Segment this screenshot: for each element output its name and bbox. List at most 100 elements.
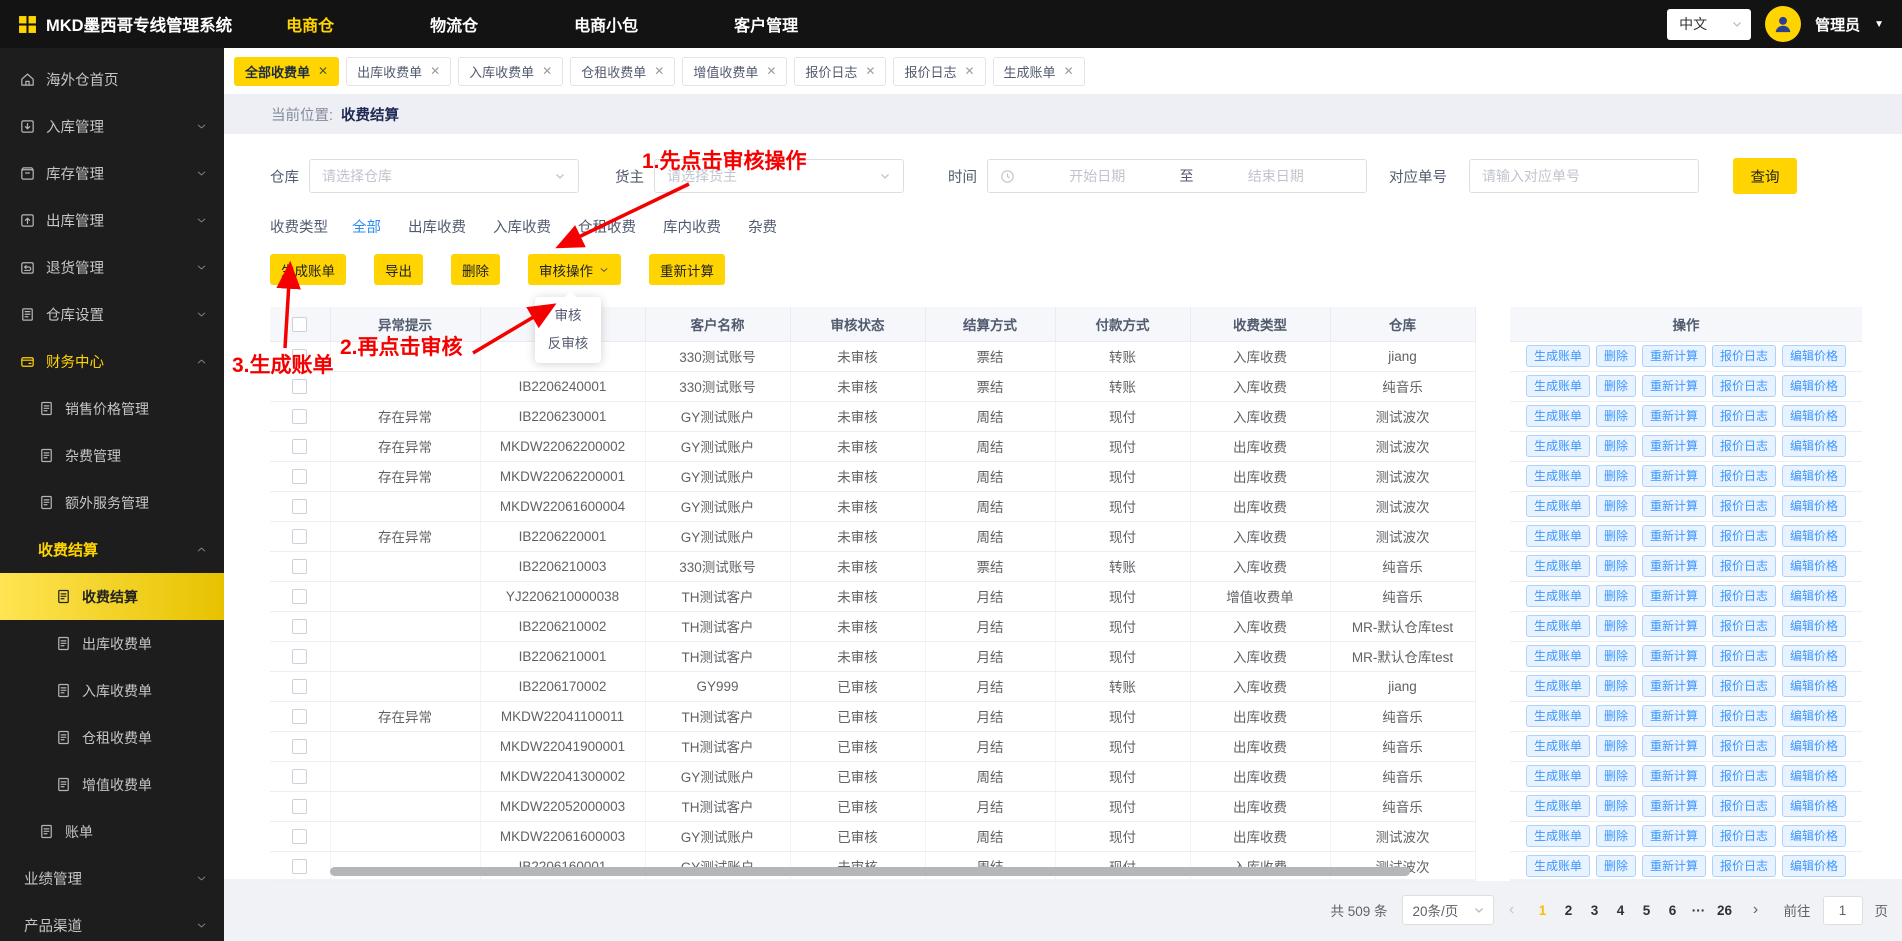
row-action-2[interactable]: 删除 — [1595, 705, 1636, 727]
sidebar-item-11[interactable]: 收费结算 — [0, 573, 224, 620]
next-page-button[interactable]: › — [1744, 901, 1768, 919]
row-action-4[interactable]: 报价日志 — [1712, 765, 1777, 787]
sidebar-item-9[interactable]: 额外服务管理 — [0, 479, 224, 526]
sidebar-item-14[interactable]: 仓租收费单 — [0, 714, 224, 761]
row-action-4[interactable]: 报价日志 — [1712, 855, 1777, 877]
goto-page-input[interactable] — [1822, 895, 1863, 925]
toolbar-button-1[interactable]: 生成账单 — [270, 254, 346, 285]
tab-4[interactable]: 仓租收费单 ✕ — [570, 56, 676, 86]
row-action-5[interactable]: 编辑价格 — [1782, 405, 1847, 427]
row-action-2[interactable]: 删除 — [1595, 405, 1636, 427]
row-checkbox[interactable] — [292, 528, 308, 544]
row-action-5[interactable]: 编辑价格 — [1782, 555, 1847, 577]
tab-1[interactable]: 全部收费单 ✕ — [234, 56, 340, 86]
tab-5[interactable]: 增值收费单 ✕ — [682, 56, 788, 86]
row-action-5[interactable]: 编辑价格 — [1782, 765, 1847, 787]
user-name[interactable]: 管理员 — [1815, 14, 1860, 35]
tab-8[interactable]: 生成账单 ✕ — [992, 56, 1085, 86]
toolbar-button-5[interactable]: 重新计算 — [649, 254, 725, 285]
row-action-4[interactable]: 报价日志 — [1712, 345, 1777, 367]
row-action-3[interactable]: 重新计算 — [1641, 825, 1706, 847]
row-action-3[interactable]: 重新计算 — [1641, 675, 1706, 697]
row-action-5[interactable]: 编辑价格 — [1782, 645, 1847, 667]
row-action-3[interactable]: 重新计算 — [1641, 495, 1706, 517]
nav-item-1[interactable]: 电商仓 — [286, 12, 334, 36]
row-action-3[interactable]: 重新计算 — [1641, 855, 1706, 877]
sidebar-item-17[interactable]: 业绩管理 — [0, 855, 224, 902]
fee-type-option-1[interactable]: 全部 — [352, 216, 381, 237]
tab-3[interactable]: 入库收费单 ✕ — [458, 56, 564, 86]
row-action-1[interactable]: 生成账单 — [1525, 825, 1590, 847]
sidebar-item-13[interactable]: 入库收费单 — [0, 667, 224, 714]
row-action-5[interactable]: 编辑价格 — [1782, 825, 1847, 847]
row-checkbox[interactable] — [292, 468, 308, 484]
order-no-input[interactable] — [1469, 159, 1699, 193]
horizontal-scrollbar[interactable] — [330, 866, 1410, 876]
row-checkbox[interactable] — [292, 378, 308, 394]
row-action-1[interactable]: 生成账单 — [1525, 705, 1590, 727]
date-range-picker[interactable]: 开始日期 至 结束日期 — [987, 159, 1367, 193]
toolbar-button-2[interactable]: 导出 — [374, 254, 423, 285]
row-action-2[interactable]: 删除 — [1595, 465, 1636, 487]
row-action-3[interactable]: 重新计算 — [1641, 525, 1706, 547]
sidebar-item-6[interactable]: 财务中心 — [0, 338, 224, 385]
row-checkbox[interactable] — [292, 768, 308, 784]
fee-type-option-5[interactable]: 库内收费 — [663, 216, 721, 237]
page-number-3[interactable]: 3 — [1582, 903, 1608, 918]
toolbar-button-4[interactable]: 审核操作 — [528, 254, 621, 285]
fee-type-option-2[interactable]: 出库收费 — [408, 216, 466, 237]
row-checkbox[interactable] — [292, 828, 308, 844]
row-action-4[interactable]: 报价日志 — [1712, 705, 1777, 727]
row-action-2[interactable]: 删除 — [1595, 675, 1636, 697]
row-checkbox[interactable] — [292, 858, 308, 874]
toolbar-button-3[interactable]: 删除 — [451, 254, 500, 285]
fee-type-option-3[interactable]: 入库收费 — [493, 216, 551, 237]
sidebar-item-2[interactable]: 库存管理 — [0, 150, 224, 197]
tab-close-icon[interactable]: ✕ — [1064, 64, 1074, 78]
row-checkbox[interactable] — [292, 618, 308, 634]
row-action-1[interactable]: 生成账单 — [1525, 405, 1590, 427]
row-action-4[interactable]: 报价日志 — [1712, 375, 1777, 397]
row-action-1[interactable]: 生成账单 — [1525, 735, 1590, 757]
page-number-6[interactable]: 6 — [1660, 903, 1686, 918]
row-action-2[interactable]: 删除 — [1595, 765, 1636, 787]
sidebar-item-12[interactable]: 出库收费单 — [0, 620, 224, 667]
row-action-1[interactable]: 生成账单 — [1525, 555, 1590, 577]
row-action-2[interactable]: 删除 — [1595, 525, 1636, 547]
nav-item-4[interactable]: 客户管理 — [734, 12, 798, 36]
row-action-1[interactable]: 生成账单 — [1525, 855, 1590, 877]
row-action-2[interactable]: 删除 — [1595, 555, 1636, 577]
tab-close-icon[interactable]: ✕ — [766, 64, 776, 78]
row-action-3[interactable]: 重新计算 — [1641, 795, 1706, 817]
row-action-3[interactable]: 重新计算 — [1641, 765, 1706, 787]
row-action-3[interactable]: 重新计算 — [1641, 615, 1706, 637]
row-action-2[interactable]: 删除 — [1595, 435, 1636, 457]
row-action-2[interactable]: 删除 — [1595, 855, 1636, 877]
row-action-4[interactable]: 报价日志 — [1712, 495, 1777, 517]
audit-dropdown-item-2[interactable]: 反审核 — [535, 330, 601, 358]
sidebar-item-16[interactable]: 账单 — [0, 808, 224, 855]
row-checkbox[interactable] — [292, 738, 308, 754]
row-action-1[interactable]: 生成账单 — [1525, 525, 1590, 547]
tab-close-icon[interactable]: ✕ — [865, 64, 875, 78]
sidebar-item-15[interactable]: 增值收费单 — [0, 761, 224, 808]
row-action-3[interactable]: 重新计算 — [1641, 375, 1706, 397]
page-number-1[interactable]: 1 — [1530, 903, 1556, 918]
row-action-3[interactable]: 重新计算 — [1641, 735, 1706, 757]
tab-6[interactable]: 报价日志 ✕ — [794, 56, 887, 86]
row-action-2[interactable]: 删除 — [1595, 585, 1636, 607]
sidebar-item-1[interactable]: 入库管理 — [0, 103, 224, 150]
sidebar-item-3[interactable]: 出库管理 — [0, 197, 224, 244]
row-action-4[interactable]: 报价日志 — [1712, 645, 1777, 667]
row-checkbox[interactable] — [292, 678, 308, 694]
row-action-1[interactable]: 生成账单 — [1525, 585, 1590, 607]
sidebar-item-8[interactable]: 杂费管理 — [0, 432, 224, 479]
fee-type-option-4[interactable]: 仓租收费 — [578, 216, 636, 237]
row-action-4[interactable]: 报价日志 — [1712, 555, 1777, 577]
row-action-2[interactable]: 删除 — [1595, 735, 1636, 757]
row-action-1[interactable]: 生成账单 — [1525, 495, 1590, 517]
tab-2[interactable]: 出库收费单 ✕ — [346, 56, 452, 86]
row-action-4[interactable]: 报价日志 — [1712, 435, 1777, 457]
row-action-2[interactable]: 删除 — [1595, 615, 1636, 637]
row-action-5[interactable]: 编辑价格 — [1782, 495, 1847, 517]
